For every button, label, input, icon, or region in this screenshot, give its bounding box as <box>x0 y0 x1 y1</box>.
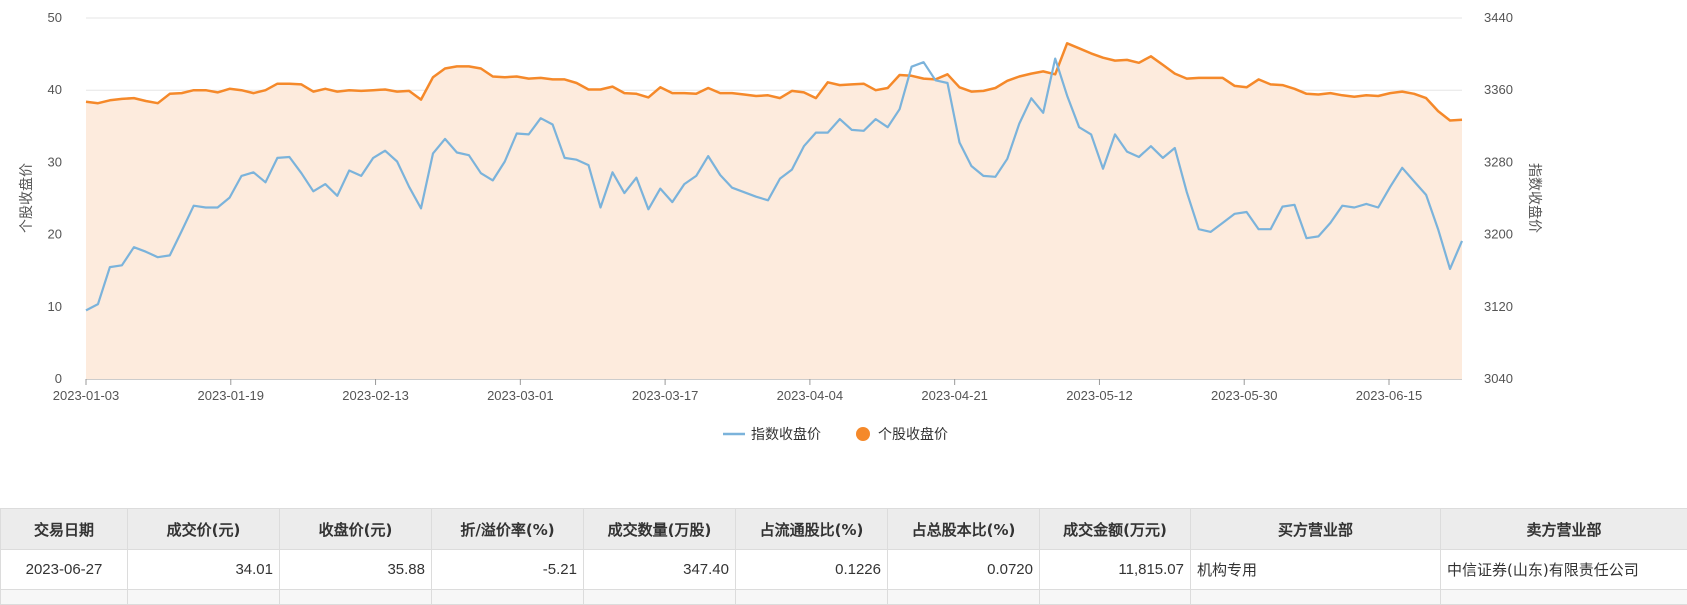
x-tick-label: 2023-06-15 <box>1356 388 1423 403</box>
y-left-tick-label: 30 <box>48 154 62 169</box>
header-premium-rate[interactable]: 折/溢价率(%) <box>432 509 584 550</box>
x-tick-label: 2023-05-30 <box>1211 388 1278 403</box>
cell-total-ratio: 0.0720 <box>888 550 1040 590</box>
cell-float-ratio: 0.1226 <box>736 550 888 590</box>
y-right-tick-label: 3040 <box>1484 371 1513 386</box>
y-right-tick-label: 3440 <box>1484 10 1513 25</box>
cell-volume: 347.40 <box>584 550 736 590</box>
series-area-stock <box>86 43 1462 379</box>
cell-close-price: 35.88 <box>280 550 432 590</box>
y-left-tick-label: 20 <box>48 227 62 242</box>
chart-svg: 01020304050304031203200328033603440个股收盘价… <box>0 0 1687 500</box>
cell-deal-price: 34.01 <box>128 550 280 590</box>
price-chart: 01020304050304031203200328033603440个股收盘价… <box>0 0 1687 500</box>
y-right-tick-label: 3360 <box>1484 82 1513 97</box>
header-amount[interactable]: 成交金额(万元) <box>1040 509 1191 550</box>
y-left-axis-title: 个股收盘价 <box>18 163 35 233</box>
y-left-tick-label: 50 <box>48 10 62 25</box>
y-right-tick-label: 3120 <box>1484 299 1513 314</box>
y-left-tick-label: 40 <box>48 82 62 97</box>
cell-amount: 11,815.07 <box>1040 550 1191 590</box>
header-buyer[interactable]: 买方营业部 <box>1191 509 1441 550</box>
y-right-tick-label: 3280 <box>1484 154 1513 169</box>
x-tick-label: 2023-04-21 <box>921 388 988 403</box>
cell-trade-date: 2023-06-27 <box>1 550 128 590</box>
legend-stock-swatch <box>856 427 870 441</box>
cell-buyer: 机构专用 <box>1191 550 1441 590</box>
table-header-row: 交易日期 成交价(元) 收盘价(元) 折/溢价率(%) 成交数量(万股) 占流通… <box>1 509 1687 550</box>
x-tick-label: 2023-05-12 <box>1066 388 1133 403</box>
y-right-axis-title: 指数收盘价 <box>1526 163 1543 233</box>
header-trade-date[interactable]: 交易日期 <box>1 509 128 550</box>
table-row-partial <box>1 590 1687 605</box>
header-float-ratio[interactable]: 占流通股比(%) <box>736 509 888 550</box>
x-tick-label: 2023-03-01 <box>487 388 554 403</box>
cell-premium-rate: -5.21 <box>432 550 584 590</box>
legend-stock-label: 个股收盘价 <box>878 426 948 443</box>
x-tick-label: 2023-03-17 <box>632 388 699 403</box>
header-volume[interactable]: 成交数量(万股) <box>584 509 736 550</box>
header-total-ratio[interactable]: 占总股本比(%) <box>888 509 1040 550</box>
header-close-price[interactable]: 收盘价(元) <box>280 509 432 550</box>
y-left-tick-label: 10 <box>48 299 62 314</box>
block-trade-table: 交易日期 成交价(元) 收盘价(元) 折/溢价率(%) 成交数量(万股) 占流通… <box>0 508 1687 605</box>
table-row: 2023-06-27 34.01 35.88 -5.21 347.40 0.12… <box>1 550 1687 590</box>
y-left-tick-label: 0 <box>55 371 62 386</box>
header-deal-price[interactable]: 成交价(元) <box>128 509 280 550</box>
x-tick-label: 2023-01-19 <box>198 388 265 403</box>
y-right-tick-label: 3200 <box>1484 227 1513 242</box>
cell-seller: 中信证券(山东)有限责任公司 <box>1441 550 1687 590</box>
x-tick-label: 2023-04-04 <box>777 388 844 403</box>
header-seller[interactable]: 卖方营业部 <box>1441 509 1687 550</box>
legend-index-label: 指数收盘价 <box>751 426 821 443</box>
x-tick-label: 2023-01-03 <box>53 388 120 403</box>
x-tick-label: 2023-02-13 <box>342 388 409 403</box>
